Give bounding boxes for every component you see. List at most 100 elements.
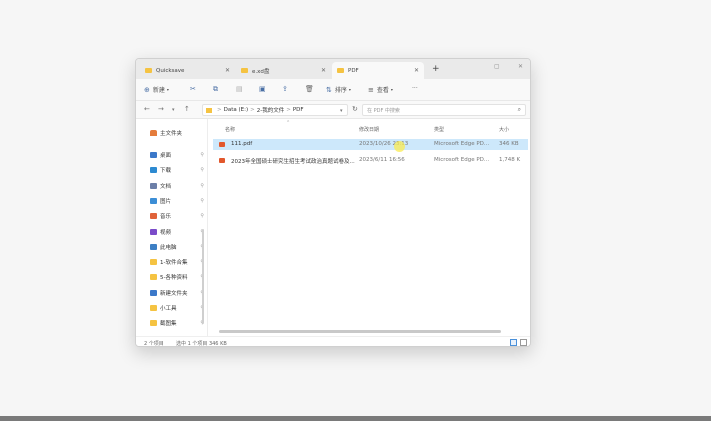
new-tab-button[interactable]: + bbox=[432, 64, 440, 74]
close-icon[interactable]: ✕ bbox=[414, 67, 419, 74]
forward-arrow-icon[interactable]: → bbox=[158, 105, 164, 113]
address-chevron-icon[interactable]: ▾ bbox=[340, 108, 343, 114]
back-arrow-icon[interactable]: ← bbox=[144, 105, 150, 113]
address-bar-row: ← → ▾ ↑ > Data (E:) > 2-我的文件 > PDF ▾ ↻ 在… bbox=[136, 101, 530, 119]
sidebar-item-icon bbox=[150, 243, 157, 250]
command-bar: ⊕ 新建 ▾ ✂ ⧉ ▤ ▣ ⇪ 🗑 ⇅ 排序 ▾ ≡ 查看 ▾ ··· bbox=[136, 79, 530, 101]
sidebar-item-label: 视频 bbox=[160, 229, 172, 236]
details-view-button[interactable] bbox=[510, 339, 517, 346]
column-header-type[interactable]: 类型 bbox=[434, 126, 444, 133]
chevron-down-icon: ▾ bbox=[348, 87, 351, 92]
sidebar-item-icon bbox=[150, 167, 157, 174]
scissors-icon: ✂ bbox=[190, 85, 196, 93]
chevron-down-icon: ▾ bbox=[390, 87, 393, 92]
file-row[interactable]: 111.pdf 2023/10/26 23:13 Microsoft Edge … bbox=[213, 139, 528, 150]
clipboard-icon: ▤ bbox=[236, 85, 243, 93]
pin-icon[interactable]: ⚲ bbox=[200, 183, 204, 189]
tab-pdf[interactable]: PDF ✕ bbox=[332, 62, 424, 79]
sidebar-item-icon bbox=[150, 197, 157, 204]
sidebar-item[interactable]: 音乐 ⚲ bbox=[150, 210, 204, 222]
sidebar-item[interactable]: 新建文件夹⚲ bbox=[150, 287, 204, 299]
sidebar-scrollbar[interactable] bbox=[202, 229, 204, 324]
address-bar[interactable]: > Data (E:) > 2-我的文件 > PDF bbox=[202, 104, 348, 116]
close-icon[interactable]: ✕ bbox=[225, 67, 230, 74]
share-button[interactable]: ⇪ bbox=[282, 85, 291, 93]
rename-button[interactable]: ▣ bbox=[259, 85, 269, 93]
new-label: 新建 bbox=[152, 87, 165, 94]
pin-icon[interactable]: ⚲ bbox=[200, 167, 204, 173]
tiles-view-button[interactable] bbox=[520, 339, 527, 346]
cut-button[interactable]: ✂ bbox=[190, 85, 199, 93]
column-header-size[interactable]: 大小 bbox=[499, 126, 509, 133]
navigation-pane: 主文件夹 桌面 ⚲ 下载 ⚲ 文档 ⚲ 图片 ⚲ 音乐 ⚲ 视频⚲ 此电脑⚲ 1-软件合集⚲ 5-各种资料… bbox=[136, 119, 208, 336]
sidebar-item[interactable]: 桌面 ⚲ bbox=[150, 149, 204, 161]
sidebar-item-icon bbox=[150, 182, 157, 189]
file-name: 2023年全国硕士研究生招生考试政治真题试卷及... bbox=[231, 159, 355, 165]
pin-icon[interactable]: ⚲ bbox=[200, 198, 204, 204]
sidebar-item-label: 音乐 bbox=[160, 214, 172, 221]
file-list-pane: 名称 ⌃ 修改日期 类型 大小 111.pdf 2023/10/26 23:13… bbox=[209, 119, 530, 336]
tab-e-drive[interactable]: e.xd盘 ✕ bbox=[236, 62, 331, 79]
breadcrumb-root[interactable]: Data (E:) bbox=[224, 107, 249, 113]
rename-icon: ▣ bbox=[259, 85, 266, 93]
sidebar-item-label: 1-软件合集 bbox=[160, 260, 188, 267]
view-button[interactable]: ≡ 查看 ▾ bbox=[368, 85, 393, 95]
new-button[interactable]: ⊕ 新建 ▾ bbox=[144, 85, 169, 95]
tab-bar: Quicksave ✕ e.xd盘 ✕ PDF ✕ + ▢ ✕ bbox=[136, 59, 530, 79]
sidebar-item[interactable]: 1-软件合集⚲ bbox=[150, 256, 204, 268]
tab-quicksave[interactable]: Quicksave ✕ bbox=[140, 62, 235, 79]
sidebar-item-label: 小工具 bbox=[160, 306, 177, 312]
sidebar-item-label: 新建文件夹 bbox=[160, 290, 188, 297]
paste-button[interactable]: ▤ bbox=[236, 85, 246, 93]
search-placeholder: 在 PDF 中搜索 bbox=[367, 107, 400, 114]
folder-icon bbox=[206, 107, 212, 113]
folder-icon bbox=[337, 68, 344, 73]
column-header-modified[interactable]: 修改日期 bbox=[359, 126, 379, 133]
sidebar-item[interactable]: 视频⚲ bbox=[150, 226, 204, 238]
copy-button[interactable]: ⧉ bbox=[213, 85, 221, 94]
horizontal-scrollbar[interactable] bbox=[219, 330, 501, 333]
sidebar-item-label: 5-各种资料 bbox=[160, 275, 188, 282]
sidebar-item[interactable]: 截图集⚲ bbox=[150, 317, 204, 329]
sidebar-item-label: 文档 bbox=[160, 183, 172, 190]
more-options-button[interactable]: ··· bbox=[412, 85, 418, 92]
sidebar-item-icon bbox=[150, 152, 157, 158]
sidebar-item[interactable]: 文档 ⚲ bbox=[150, 180, 204, 192]
sort-button[interactable]: ⇅ 排序 ▾ bbox=[326, 85, 351, 95]
sort-label: 排序 bbox=[334, 87, 347, 94]
sidebar-item-home[interactable]: 主文件夹 bbox=[150, 127, 204, 139]
search-box[interactable]: 在 PDF 中搜索 ⌕ bbox=[362, 104, 526, 116]
column-header-name[interactable]: 名称 bbox=[225, 126, 235, 133]
pdf-file-icon bbox=[219, 158, 225, 163]
folder-icon bbox=[145, 68, 152, 73]
sidebar-item-label: 此电脑 bbox=[160, 244, 177, 251]
copy-icon: ⧉ bbox=[213, 85, 218, 93]
close-icon[interactable]: ✕ bbox=[321, 67, 326, 74]
pdf-file-icon bbox=[219, 142, 225, 147]
sidebar-item-label: 图片 bbox=[160, 198, 172, 205]
sidebar-item-label: 下载 bbox=[160, 168, 172, 175]
sidebar-item[interactable]: 小工具⚲ bbox=[150, 302, 204, 314]
close-window-button[interactable]: ✕ bbox=[518, 63, 523, 70]
pin-icon[interactable]: ⚲ bbox=[200, 213, 204, 219]
pin-icon[interactable]: ⚲ bbox=[200, 152, 204, 158]
sidebar-item-icon bbox=[150, 259, 157, 266]
sidebar-item[interactable]: 5-各种资料⚲ bbox=[150, 271, 204, 283]
up-arrow-icon[interactable]: ↑ bbox=[184, 105, 190, 113]
tab-label: Quicksave bbox=[156, 67, 185, 74]
breadcrumb-separator: > bbox=[250, 107, 255, 113]
delete-button[interactable]: 🗑 bbox=[305, 85, 317, 93]
maximize-button[interactable]: ▢ bbox=[494, 63, 500, 70]
refresh-icon[interactable]: ↻ bbox=[352, 105, 358, 113]
status-bar: 2 个项目 选中 1 个项目 346 KB bbox=[136, 336, 530, 346]
sidebar-item[interactable]: 此电脑⚲ bbox=[150, 241, 204, 253]
recent-chevron-icon[interactable]: ▾ bbox=[172, 107, 175, 113]
breadcrumb-folder[interactable]: 2-我的文件 bbox=[257, 106, 284, 114]
file-explorer-window: Quicksave ✕ e.xd盘 ✕ PDF ✕ + ▢ ✕ ⊕ 新建 ▾ ✂… bbox=[135, 58, 531, 347]
sidebar-item[interactable]: 下载 ⚲ bbox=[150, 164, 204, 176]
sidebar-item-label: 主文件夹 bbox=[160, 131, 183, 137]
file-row[interactable]: 2023年全国硕士研究生招生考试政治真题试卷及... 2023/6/11 16:… bbox=[213, 155, 528, 166]
sidebar-item-label: 截图集 bbox=[160, 321, 177, 328]
breadcrumb-current[interactable]: PDF bbox=[293, 107, 304, 113]
sidebar-item[interactable]: 图片 ⚲ bbox=[150, 195, 204, 207]
